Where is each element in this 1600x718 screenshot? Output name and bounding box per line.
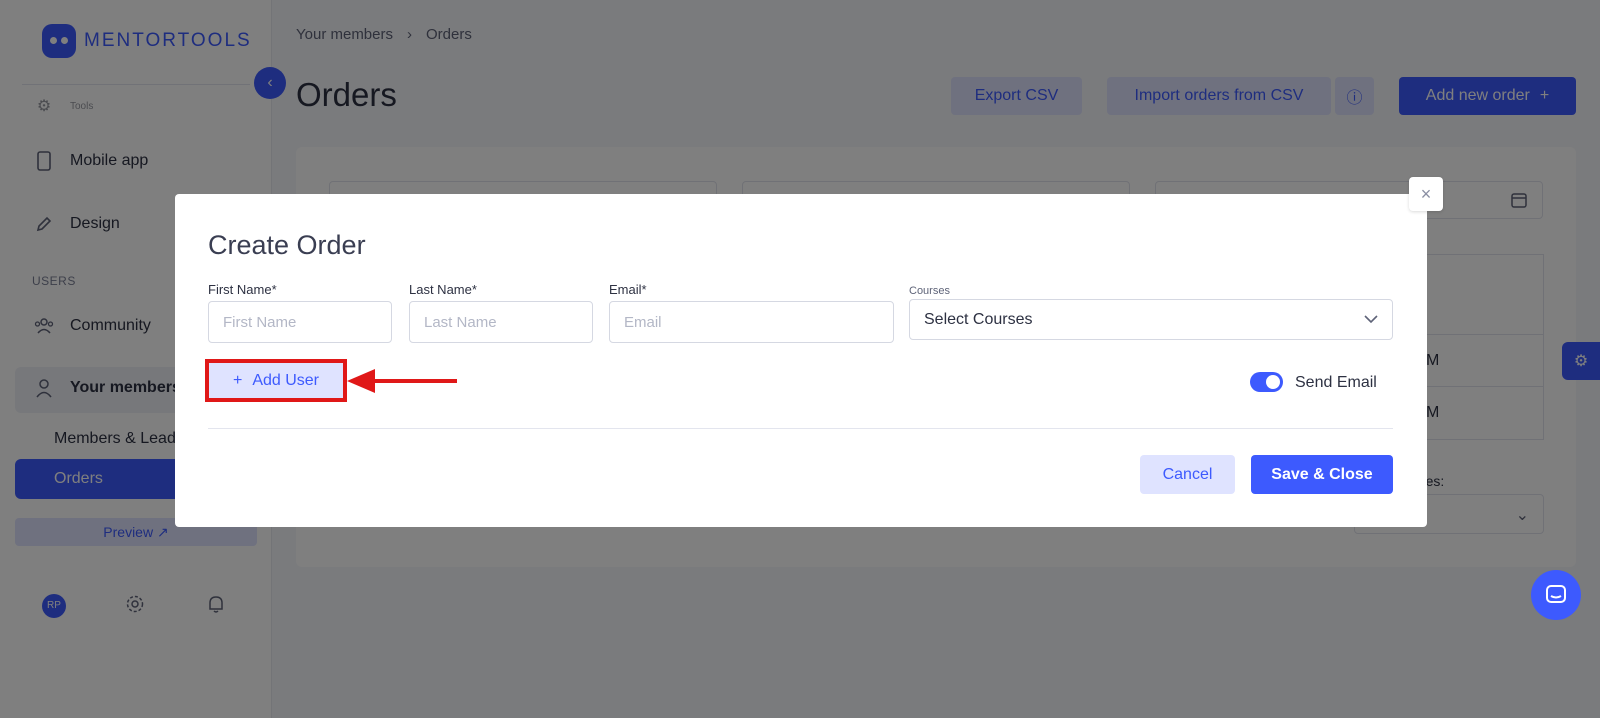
chevron-down-icon <box>1364 311 1378 329</box>
required-mark: * <box>271 282 277 297</box>
email-label-text: Email <box>609 282 642 297</box>
courses-select-value: Select Courses <box>924 310 1033 328</box>
last-name-label: Last Name* <box>409 282 477 297</box>
last-name-label-text: Last Name <box>409 282 472 297</box>
create-order-modal: Create Order First Name* Last Name* Emai… <box>175 194 1427 527</box>
plus-icon: + <box>232 371 243 389</box>
courses-label: Courses <box>909 285 950 297</box>
last-name-input[interactable] <box>409 301 593 343</box>
chat-bubble[interactable] <box>1531 570 1581 620</box>
cancel-button[interactable]: Cancel <box>1140 455 1235 494</box>
required-mark: * <box>471 282 477 297</box>
close-icon: × <box>1420 183 1432 204</box>
add-user-label: Add User <box>252 371 320 389</box>
first-name-label: First Name* <box>208 282 277 297</box>
courses-select[interactable]: Select Courses <box>909 299 1393 340</box>
required-mark: * <box>641 282 647 297</box>
first-name-input[interactable] <box>208 301 392 343</box>
chat-icon <box>1546 585 1566 603</box>
email-input[interactable] <box>609 301 894 343</box>
first-name-label-text: First Name <box>208 282 272 297</box>
add-user-highlight: + Add User <box>205 359 347 402</box>
save-close-button[interactable]: Save & Close <box>1251 455 1393 494</box>
modal-close-button[interactable]: × <box>1409 177 1443 211</box>
modal-divider <box>208 428 1393 429</box>
send-email-toggle[interactable] <box>1250 372 1283 392</box>
add-user-button[interactable]: + Add User <box>209 363 343 398</box>
send-email-label: Send Email <box>1295 374 1377 391</box>
modal-title: Create Order <box>208 230 366 260</box>
email-label: Email* <box>609 282 647 297</box>
annotation-arrow-icon <box>347 369 457 393</box>
